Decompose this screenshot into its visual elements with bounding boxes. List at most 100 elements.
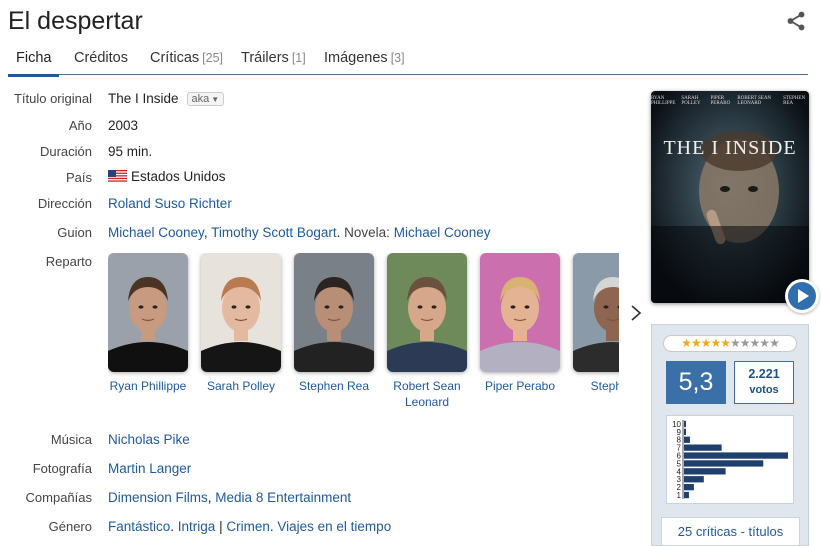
director-value: Roland Suso Richter [108, 196, 232, 211]
cast-name-link[interactable]: Piper Perabo [480, 378, 560, 394]
tab-count: [1] [291, 51, 306, 65]
tab-criticas[interactable]: Críticas [25] [150, 50, 223, 66]
screenplay-value: Michael Cooney, Timothy Scott Bogart. No… [108, 225, 491, 240]
writer-link[interactable]: Timothy Scott Bogart [211, 225, 337, 240]
star-icon: ★ [700, 336, 712, 350]
page-title: El despertar [8, 7, 143, 35]
cast-name-link[interactable]: Ryan Phillippe [108, 378, 188, 394]
label-year: Año [68, 118, 92, 133]
movie-poster[interactable]: RYAN PHILLIPPE SARAH POLLEY PIPER PERABO… [651, 91, 809, 303]
novel-label: Novela: [344, 225, 390, 240]
play-trailer-button[interactable] [785, 279, 819, 313]
us-flag-icon [108, 170, 127, 183]
star-icon: ★ [749, 336, 761, 350]
music-value: Nicholas Pike [108, 432, 190, 447]
histogram-bar [684, 468, 726, 475]
chevron-right-icon[interactable] [629, 303, 643, 323]
critics-link[interactable]: 25 críticas - títulos [661, 517, 800, 546]
votes-label: votos [749, 384, 779, 396]
votes-number: 2.221 [748, 367, 780, 381]
company-link[interactable]: Dimension Films [108, 490, 208, 505]
tab-count: [3] [390, 51, 405, 65]
novel-author-link[interactable]: Michael Cooney [394, 225, 491, 240]
cast-member[interactable]: Sarah Polley [201, 253, 281, 394]
genre-link[interactable]: Intriga [178, 519, 216, 534]
tab-count: [25] [202, 51, 224, 65]
poster-credit: RYAN PHILLIPPE [651, 96, 676, 106]
poster-credit: STEPHEN REA [783, 96, 806, 106]
histogram-bar [684, 460, 764, 467]
cast-member[interactable]: Stephen Rea [294, 253, 374, 394]
writer-link[interactable]: Michael Cooney [108, 225, 204, 240]
original-title-value: The I Inside aka ▼ [108, 91, 225, 106]
chevron-down-icon: ▼ [211, 95, 220, 104]
tab-bar: Ficha Créditos Críticas [25] Tráilers [1] … [8, 44, 808, 77]
label-duration: Duración [39, 144, 92, 159]
year-value: 2003 [108, 118, 139, 133]
cast-name-link[interactable]: Robert Sean Leonard [387, 378, 467, 410]
aka-dropdown[interactable]: aka ▼ [186, 92, 225, 106]
star-icon: ★ [720, 336, 731, 350]
label-cast: Reparto [45, 254, 92, 269]
star-icon: ★ [759, 336, 770, 350]
tab-imagenes[interactable]: Imágenes [3] [324, 50, 405, 66]
histogram-bar [684, 420, 686, 428]
cast-member[interactable]: Robert Sean Leonard [387, 253, 467, 410]
cast-photo[interactable] [294, 253, 374, 372]
cast-name-link[interactable]: Sarah Polley [201, 378, 281, 394]
poster-credit: ROBERT SEAN LEONARD [737, 96, 772, 106]
histogram-label: 1 [677, 491, 682, 500]
histogram-bar [684, 436, 690, 443]
star-icon: ★ [710, 336, 721, 350]
cast-member[interactable]: Stephen [573, 253, 619, 394]
label-screenplay: Guion [57, 225, 92, 240]
label-country: País [65, 170, 92, 185]
tab-trailers[interactable]: Tráilers [1] [241, 50, 306, 66]
cast-photo[interactable] [573, 253, 619, 372]
cast-name-link[interactable]: Stephen Rea [294, 378, 374, 394]
votes-count[interactable]: 2.221 votos [734, 361, 794, 404]
histogram-bar [684, 452, 788, 459]
director-link[interactable]: Roland Suso Richter [108, 196, 232, 211]
cast-member[interactable]: Piper Perabo [480, 253, 560, 394]
cast-name-link[interactable]: Stephen [573, 378, 619, 394]
tab-creditos[interactable]: Créditos [74, 50, 128, 66]
cast-photo[interactable] [201, 253, 281, 372]
poster-credit: PIPER PERABO [710, 96, 731, 106]
genre-link[interactable]: Fantástico [108, 519, 170, 534]
play-icon [788, 282, 816, 310]
original-title: The I Inside [108, 91, 179, 106]
cast-photo[interactable] [480, 253, 560, 372]
histogram-bar [684, 428, 686, 435]
star-icon: ★ [690, 336, 702, 350]
country-name: Estados Unidos [131, 169, 226, 184]
poster-credit: SARAH POLLEY [681, 96, 701, 106]
cast-photo[interactable] [387, 253, 467, 372]
music-link[interactable]: Nicholas Pike [108, 432, 190, 447]
duration-value: 95 min. [108, 144, 153, 159]
company-link[interactable]: Media 8 Entertainment [215, 490, 351, 505]
star-icon: ★ [730, 336, 741, 350]
cast-photo[interactable] [108, 253, 188, 372]
label-original-title: Título original [13, 91, 92, 106]
cast-carousel: Ryan Phillippe Sarah Polley Stephen Rea Rob… [108, 253, 619, 413]
histogram-bar [684, 476, 704, 483]
photography-value: Martin Langer [108, 461, 191, 476]
star-icon: ★ [739, 336, 751, 350]
companies-value: Dimension Films, Media 8 Entertainment [108, 490, 352, 505]
histogram-bar [684, 491, 689, 499]
star-rating: ★★★★★★★★★★ [663, 335, 797, 352]
star-icon: ★ [681, 336, 692, 350]
country-value: Estados Unidos [108, 169, 226, 184]
cast-member[interactable]: Ryan Phillippe [108, 253, 188, 394]
rating-histogram: 10 9 8 7 6 5 4 3 2 1 [666, 415, 794, 504]
label-director: Dirección [37, 196, 92, 211]
average-rating: 5,3 [666, 361, 726, 404]
share-icon[interactable] [785, 10, 807, 32]
tab-ficha[interactable]: Ficha [8, 50, 60, 77]
label-photography: Fotografía [32, 461, 92, 476]
genre-link[interactable]: Viajes en el tiempo [277, 519, 391, 534]
genre-link[interactable]: Crimen [226, 519, 270, 534]
photography-link[interactable]: Martin Langer [108, 461, 191, 476]
histogram-bar [684, 484, 694, 491]
